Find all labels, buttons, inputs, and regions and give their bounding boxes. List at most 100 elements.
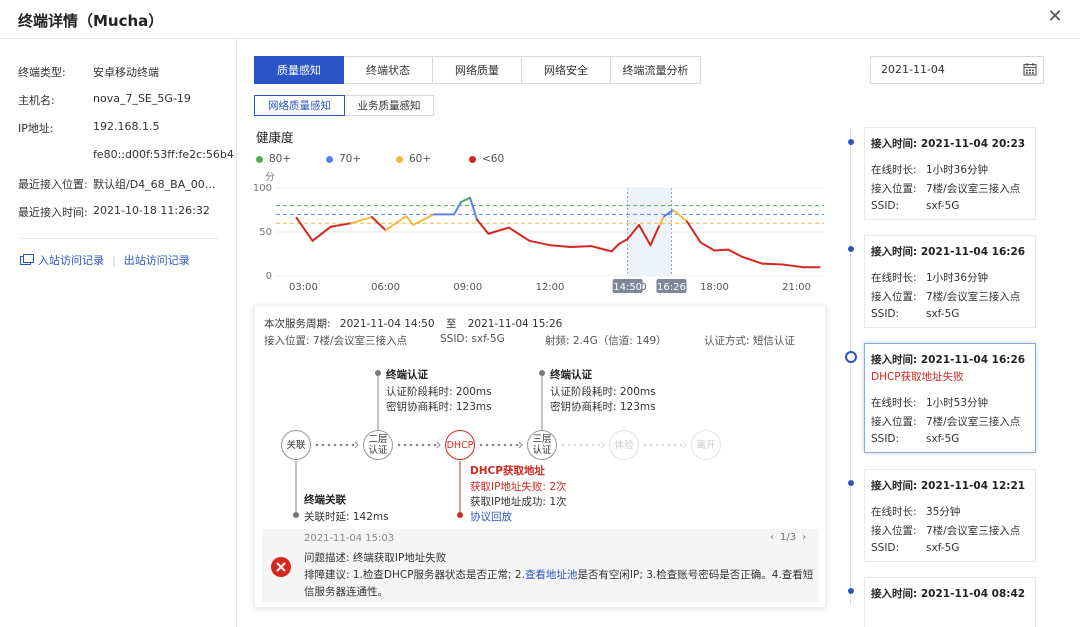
tab-network-quality[interactable]: 网络质量: [433, 56, 522, 84]
ssid-value: sxf-5G: [926, 200, 960, 212]
legend-label: <60: [482, 153, 505, 165]
timeline-card[interactable]: 接入时间: 2021-11-04 20:23 在线时长: 1小时36分钟 接入位置…: [864, 127, 1036, 220]
online-row: 在线时长: 1小时36分钟: [871, 270, 988, 285]
inbound-records-link[interactable]: 入站访问记录: [38, 252, 104, 268]
protocol-replay-link[interactable]: 协议回放: [470, 509, 512, 524]
x-tick-label: 06:00: [371, 282, 400, 293]
series-segment: [617, 238, 629, 246]
issue-time: 2021-11-04 15:03: [304, 533, 395, 544]
ssid-value: sxf-5G: [926, 542, 960, 554]
auth2-marker: [539, 370, 545, 376]
outbound-records-link[interactable]: 出站访问记录: [124, 252, 190, 268]
access-time-value: 2021-11-04 16:26: [920, 246, 1026, 258]
auth2-line1: 认证阶段耗时: 200ms: [550, 386, 656, 398]
dhcp-title: DHCP获取地址: [470, 465, 545, 477]
subtab-network-quality[interactable]: 网络质量感知: [254, 95, 345, 116]
health-chart: 100500分03:0006:0009:0012:0015:0018:0021:…: [253, 172, 824, 293]
location-label: 接入位置:: [871, 183, 917, 195]
series-segment: [727, 248, 743, 258]
timeline-card[interactable]: 接入时间: 2021-11-04 08:42: [864, 577, 1036, 627]
info-label: 终端类型:: [18, 66, 66, 79]
view-address-pool-link[interactable]: 查看地址池: [525, 569, 578, 581]
tab-quality-perception[interactable]: 质量感知: [254, 56, 344, 84]
flow-node-associate[interactable]: 关联: [281, 430, 311, 460]
legend-dot: [326, 155, 333, 163]
info-label: 最近接入时间:: [18, 206, 88, 219]
auth2-title: 终端认证: [550, 369, 592, 381]
service-auth: 认证方式: 短信认证: [704, 335, 795, 347]
series-segment: [453, 201, 462, 216]
issue-pager: ‹ 1/3 ›: [770, 532, 806, 543]
flow-node-l2-auth[interactable]: 二层 认证: [363, 430, 393, 460]
online-value: 1小时53分钟: [926, 397, 989, 409]
dhcp-fail-label: 获取IP地址失败:: [470, 481, 550, 493]
online-value: 1小时36分钟: [926, 272, 989, 284]
series-segment: [528, 239, 551, 247]
assoc-latency: 关联时延: 142ms: [304, 511, 389, 523]
assoc-title: 终端关联: [304, 494, 346, 506]
ssid-value: sxf-5G: [926, 308, 960, 320]
timeline-card-selected[interactable]: 接入时间: 2021-11-04 16:26 DHCP获取地址失败 在线时长: 1…: [864, 343, 1036, 453]
dhcp-marker: [457, 512, 463, 518]
tab-traffic-analysis[interactable]: 终端流量分析: [611, 56, 701, 84]
issue-description: 问题描述: 终端获取IP地址失败: [304, 552, 447, 564]
access-time-row: 接入时间: 2021-11-04 16:26: [871, 244, 1025, 259]
tab-terminal-status[interactable]: 终端状态: [344, 56, 433, 84]
period-end: 2021-11-04 15:26: [467, 318, 563, 330]
period-start: 2021-11-04 14:50: [339, 318, 435, 330]
auth1-line1: 认证阶段耗时: 200ms: [386, 386, 492, 398]
series-segment: [781, 263, 805, 269]
access-time-label: 接入时间:: [871, 588, 918, 600]
subtab-service-quality[interactable]: 业务质量感知: [345, 95, 434, 116]
flow-node-l3-auth[interactable]: 三层 认证: [527, 430, 557, 460]
period-to: 至: [445, 318, 457, 330]
flow-node-leave[interactable]: 离开: [691, 430, 721, 460]
dhcp-ok-value: 1次: [549, 496, 567, 508]
access-record-links: 入站访问记录 | 出站访问记录: [20, 252, 190, 268]
auth1-title: 终端认证: [386, 369, 428, 381]
access-time-label: 接入时间:: [871, 246, 918, 258]
prev-page-icon[interactable]: ‹: [770, 532, 774, 543]
series-segment: [610, 243, 620, 253]
timeline-dot: [848, 588, 854, 594]
header-divider: [0, 38, 1080, 39]
assoc-marker: [293, 512, 299, 518]
flow-node-experience[interactable]: 体验: [609, 430, 639, 460]
online-row: 在线时长: 1小时53分钟: [871, 395, 988, 410]
location-value: 7楼/会议室三接入点: [926, 291, 1021, 303]
timeline-card[interactable]: 接入时间: 2021-11-04 16:26 在线时长: 1小时36分钟 接入位置…: [864, 235, 1036, 328]
series-segment: [549, 244, 572, 248]
calendar-icon[interactable]: [1023, 62, 1037, 76]
info-value: 2021-10-18 11:26:32: [93, 204, 210, 217]
location-row: 接入位置: 7楼/会议室三接入点: [871, 523, 1020, 538]
dhcp-ok-row: 获取IP地址成功: 1次: [470, 494, 567, 509]
highlight-label: 16:26: [657, 282, 686, 293]
timeline-card[interactable]: 接入时间: 2021-11-04 12:21 在线时长: 35分钟 接入位置: 7楼…: [864, 469, 1036, 562]
legend-dot: [469, 155, 476, 163]
service-period: 本次服务周期: 2021-11-04 14:50 至 2021-11-04 15…: [264, 316, 562, 331]
auth1-line2: 密钥协商耗时: 123ms: [386, 401, 492, 413]
service-location: 接入位置: 7楼/会议室三接入点: [264, 335, 408, 347]
advice-part-b: 是否有空闲IP; 3.检查账号密码是否正确。4.查看短: [577, 569, 814, 581]
pager-text: 1/3: [780, 532, 797, 543]
online-value: 35分钟: [926, 506, 961, 518]
access-time-label: 接入时间:: [871, 480, 918, 492]
timeline-dot-selected: [845, 351, 857, 363]
legend-item-below-60: <60: [469, 153, 504, 165]
info-divider: [18, 238, 218, 239]
close-icon[interactable]: ✕: [1046, 8, 1064, 26]
ssid-value: sxf-5G: [926, 433, 960, 445]
info-value: 安卓移动终端: [93, 66, 159, 79]
date-picker[interactable]: 2021-11-04: [870, 56, 1044, 84]
auth2-line2: 密钥协商耗时: 123ms: [550, 401, 656, 413]
flow-node-dhcp[interactable]: DHCP: [445, 430, 475, 460]
ssid-label: SSID:: [871, 542, 900, 554]
access-time-label: 接入时间:: [871, 354, 918, 366]
next-page-icon[interactable]: ›: [802, 532, 806, 543]
y-tick-label: 100: [253, 183, 272, 194]
info-label: 最近接入位置:: [18, 178, 88, 191]
service-radio: 射频: 2.4G（信道: 149）: [545, 335, 667, 347]
tab-network-security[interactable]: 网络安全: [522, 56, 611, 84]
ssid-label: SSID:: [871, 308, 900, 320]
location-label: 接入位置:: [871, 291, 917, 303]
